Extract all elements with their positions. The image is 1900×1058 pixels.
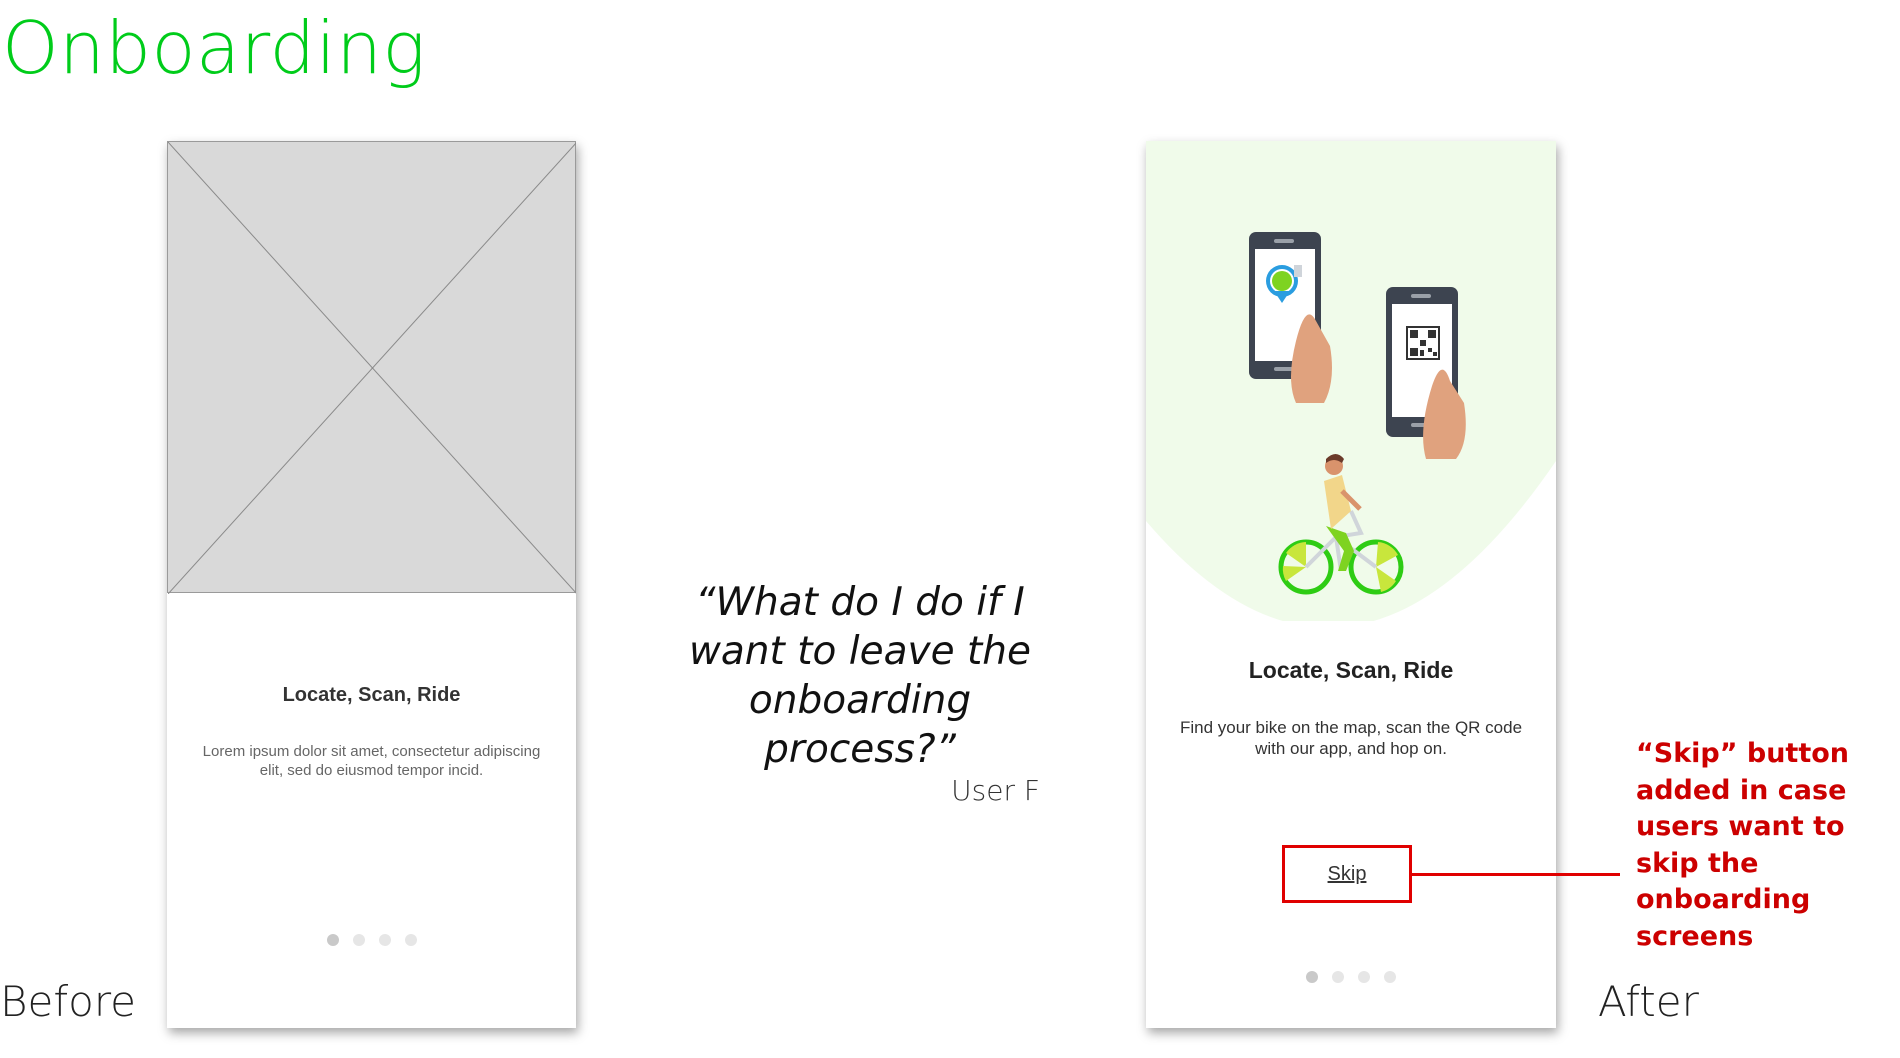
after-body-text: Find your bike on the map, scan the QR c… (1179, 718, 1523, 759)
after-label: After (1598, 977, 1699, 1026)
page-title: Onboarding (2, 6, 427, 90)
phone-qr-icon (1386, 287, 1466, 459)
before-label: Before (0, 977, 137, 1026)
pagination-dot[interactable] (404, 934, 417, 946)
quote-attribution: User F (951, 774, 1040, 807)
pagination-dot[interactable] (378, 934, 391, 946)
before-phone-frame: Locate, Scan, Ride Lorem ipsum dolor sit… (167, 141, 576, 1028)
pagination-dot[interactable] (1384, 971, 1396, 983)
callout-connector-line (1412, 873, 1620, 876)
after-pagination-dots (1146, 971, 1556, 983)
skip-button[interactable]: Skip (1282, 845, 1412, 903)
callout-annotation: “Skip” button added in case users want t… (1636, 738, 1850, 952)
before-body-text: Lorem ipsum dolor sit amet, consectetur … (202, 743, 541, 779)
skip-button-label: Skip (1327, 862, 1367, 885)
pagination-dot[interactable] (352, 934, 365, 946)
pagination-dot[interactable] (1358, 971, 1370, 983)
pagination-dot[interactable] (1332, 971, 1344, 983)
pagination-dot-active[interactable] (1306, 971, 1318, 983)
image-placeholder-icon (167, 141, 576, 594)
before-heading: Locate, Scan, Ride (282, 684, 461, 706)
pagination-dot-active[interactable] (326, 934, 339, 946)
before-pagination-dots (167, 934, 576, 946)
user-quote: “What do I do if I want to leave the onb… (689, 580, 1031, 772)
after-heading: Locate, Scan, Ride (1248, 657, 1454, 683)
phone-map-icon (1249, 232, 1332, 403)
